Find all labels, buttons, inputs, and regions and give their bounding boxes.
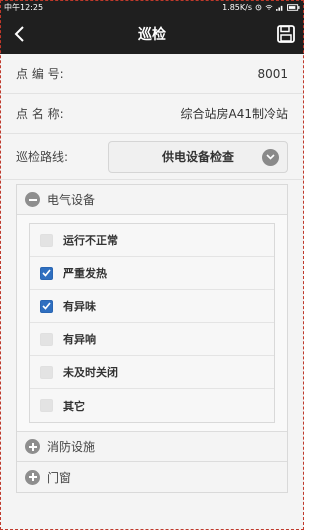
checklist-item-label: 未及时关闭	[63, 366, 118, 379]
app-bar: 巡检	[0, 14, 304, 54]
checkmark-icon	[42, 269, 51, 277]
checklist-item[interactable]: 运行不正常	[30, 224, 274, 257]
back-arrow-icon	[14, 26, 24, 42]
checkbox[interactable]	[40, 266, 53, 280]
checklist-item-label: 有异味	[63, 300, 96, 313]
section-header-electrical[interactable]: 电气设备	[17, 185, 287, 215]
checkbox[interactable]	[40, 332, 53, 346]
section-label-electrical: 电气设备	[47, 193, 96, 207]
section-header-door[interactable]: 门窗	[17, 462, 287, 492]
signal-icon	[276, 5, 283, 11]
checklist-item[interactable]: 严重发热	[30, 257, 274, 290]
route-selected-value: 供电设备检查	[161, 150, 234, 164]
checkbox[interactable]	[40, 399, 53, 412]
save-button[interactable]	[274, 22, 298, 46]
wifi-icon	[265, 4, 273, 10]
plus-circle-icon	[25, 469, 40, 485]
checklist-item-label: 有异响	[63, 333, 96, 346]
checklist-item[interactable]: 未及时关闭	[30, 356, 274, 389]
back-button[interactable]	[0, 14, 40, 54]
section-label-fire: 消防设施	[47, 440, 96, 454]
inspection-accordion: 电气设备 运行不正常 严重发热 有异味 有异响 未及时关闭 其它 消防设施 门窗	[16, 184, 288, 493]
route-select[interactable]: 供电设备检查	[108, 140, 288, 173]
section-body-electrical: 运行不正常 严重发热 有异味 有异响 未及时关闭 其它	[17, 215, 287, 432]
checkbox[interactable]	[40, 365, 53, 379]
checklist: 运行不正常 严重发热 有异味 有异响 未及时关闭 其它	[29, 223, 275, 423]
checkbox[interactable]	[40, 233, 53, 247]
status-bar: 中午12:25 1.85K/s	[0, 0, 304, 14]
minus-circle-icon	[25, 192, 40, 207]
checklist-item-label: 其它	[63, 399, 85, 413]
point-number-row: 点 编 号: 8001	[0, 54, 304, 94]
point-name-value: 综合站房A41制冷站	[180, 107, 288, 121]
status-time: 中午12:25	[4, 2, 44, 12]
save-icon	[277, 25, 295, 43]
point-name-label: 点 名 称:	[16, 107, 64, 121]
page-title: 巡检	[138, 27, 166, 43]
point-name-row: 点 名 称: 综合站房A41制冷站	[0, 94, 304, 134]
route-label: 巡检路线:	[16, 150, 69, 164]
alarm-icon	[255, 4, 262, 10]
point-number-label: 点 编 号:	[16, 67, 64, 81]
route-row: 巡检路线: 供电设备检查	[0, 134, 304, 180]
checklist-item[interactable]: 有异响	[30, 323, 274, 356]
chevron-down-icon	[262, 148, 279, 166]
plus-circle-icon	[25, 439, 40, 454]
main-content: 点 编 号: 8001 点 名 称: 综合站房A41制冷站 巡检路线: 供电设备…	[0, 54, 304, 530]
speed-text: 1.85K/s	[222, 2, 252, 12]
section-header-fire[interactable]: 消防设施	[17, 432, 287, 462]
checklist-item-label: 运行不正常	[63, 234, 118, 247]
battery-icon	[287, 3, 300, 11]
checklist-item-label: 严重发热	[63, 267, 107, 280]
checkmark-icon	[42, 302, 51, 310]
checklist-item[interactable]: 其它	[30, 389, 274, 422]
section-label-door: 门窗	[47, 470, 72, 485]
checklist-item[interactable]: 有异味	[30, 290, 274, 323]
point-number-value: 8001	[257, 66, 288, 81]
checkbox[interactable]	[40, 299, 53, 313]
